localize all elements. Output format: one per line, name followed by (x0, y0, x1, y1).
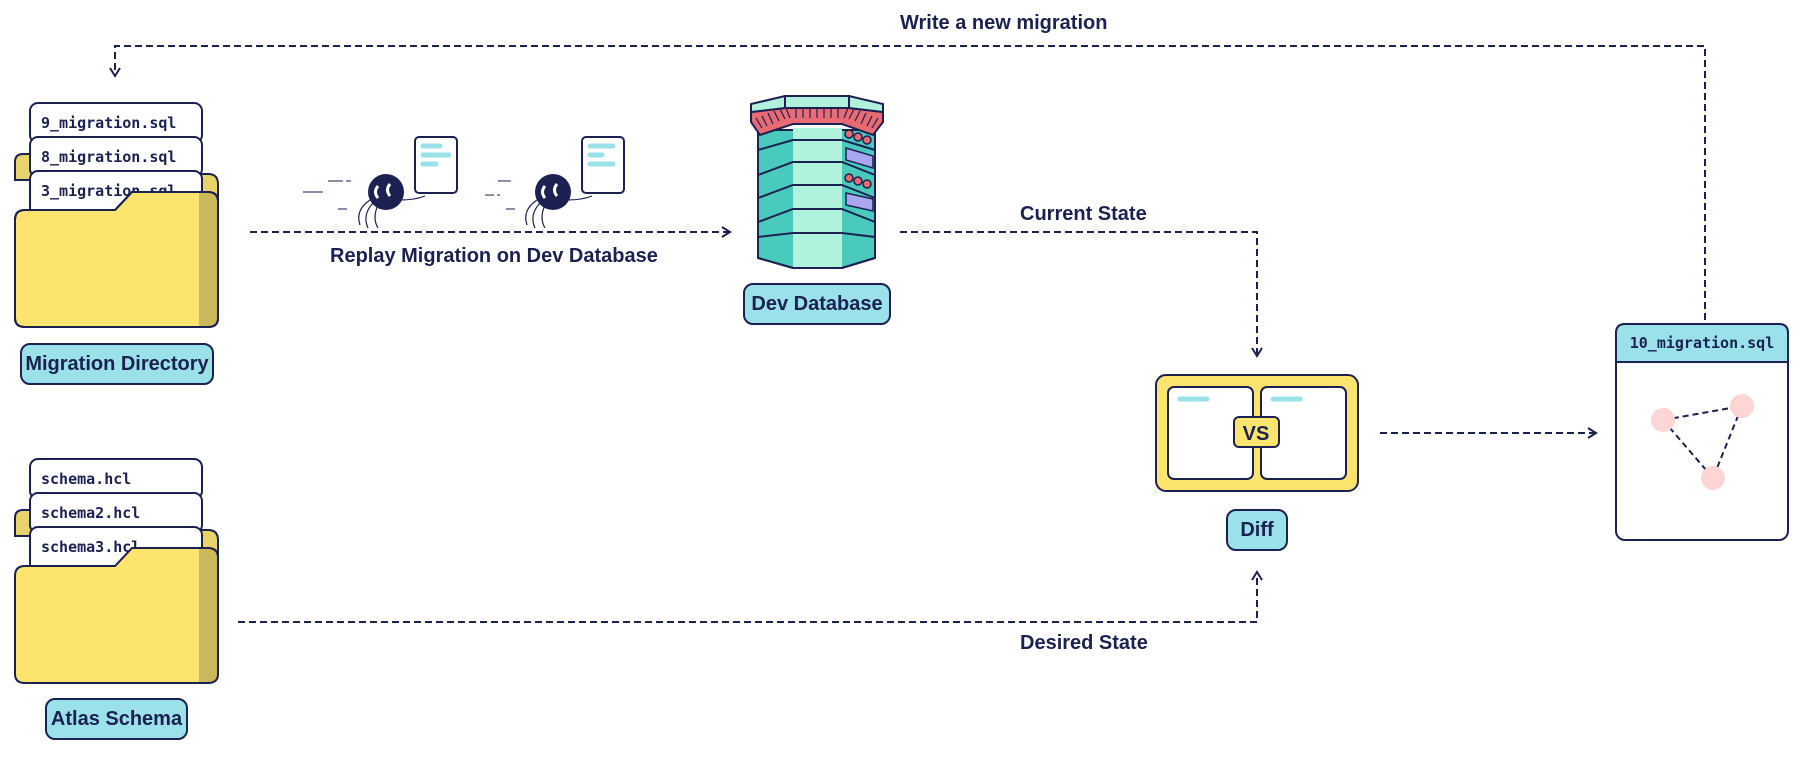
diff-comparison-icon[interactable]: VS (1155, 374, 1359, 492)
current-state-edge-label: Current State (1020, 203, 1147, 225)
desired-state-edge-label: Desired State (1020, 632, 1148, 654)
dev-database-icon[interactable] (750, 94, 884, 269)
write-new-migration-edge-label: Write a new migration (900, 12, 1108, 34)
gopher-carrying-file-icon (485, 136, 625, 229)
edge-write-new-migration (109, 45, 1706, 320)
migration-directory-folder-icon[interactable]: 9_migration.sql 8_migration.sql 3_migrat… (14, 102, 219, 328)
edge-desired-state (238, 570, 1263, 623)
new-migration-filename: 10_migration.sql (1630, 334, 1775, 352)
file-name: 8_migration.sql (41, 148, 176, 166)
diagram-canvas: 9_migration.sql 8_migration.sql 3_migrat… (14, 45, 1789, 684)
migration-directory-label[interactable]: Migration Directory (20, 343, 214, 385)
diff-label[interactable]: Diff (1226, 509, 1288, 551)
atlas-schema-folder-icon[interactable]: schema.hcl schema2.hcl schema3.hcl (14, 458, 219, 684)
vs-text: VS (1243, 423, 1270, 445)
file-name: schema2.hcl (41, 504, 140, 522)
atlas-schema-label[interactable]: Atlas Schema (45, 698, 188, 740)
replay-migration-edge-label: Replay Migration on Dev Database (330, 245, 658, 267)
file-name: schema3.hcl (41, 538, 140, 556)
gopher-carrying-file-icon (303, 136, 458, 229)
file-name: 9_migration.sql (41, 114, 176, 132)
new-migration-file-card[interactable]: 10_migration.sql (1615, 323, 1789, 541)
edge-current-state (900, 231, 1263, 358)
file-name: schema.hcl (41, 470, 131, 488)
dev-database-label[interactable]: Dev Database (743, 283, 891, 325)
